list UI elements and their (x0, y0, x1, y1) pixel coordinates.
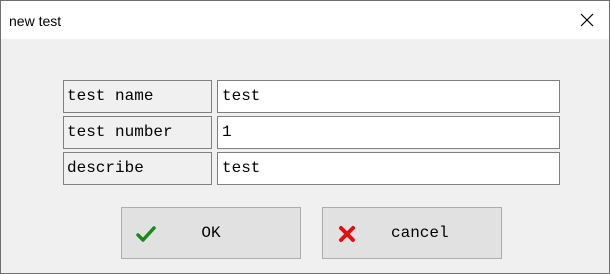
close-button[interactable] (565, 1, 609, 39)
x-icon (339, 226, 355, 242)
test-name-field[interactable]: test (217, 80, 560, 113)
form-row-describe: describe test (63, 152, 560, 185)
form-row-test-number: test number 1 (63, 116, 560, 149)
test-name-label: test name (63, 80, 212, 113)
describe-field[interactable]: test (217, 152, 560, 185)
cancel-button[interactable]: cancel (322, 207, 502, 259)
title-bar: new test (1, 1, 609, 39)
form-row-test-name: test name test (63, 80, 560, 113)
window-title: new test (9, 13, 62, 29)
dialog-window: new test test name test test number 1 de… (0, 0, 610, 274)
ok-button[interactable]: OK (121, 207, 301, 259)
cancel-button-label: cancel (391, 224, 449, 242)
describe-label: describe (63, 152, 212, 185)
test-number-label: test number (63, 116, 212, 149)
test-form: test name test test number 1 describe te… (63, 80, 560, 188)
ok-button-label: OK (201, 224, 221, 242)
test-number-field[interactable]: 1 (217, 116, 560, 149)
close-icon (580, 13, 594, 27)
